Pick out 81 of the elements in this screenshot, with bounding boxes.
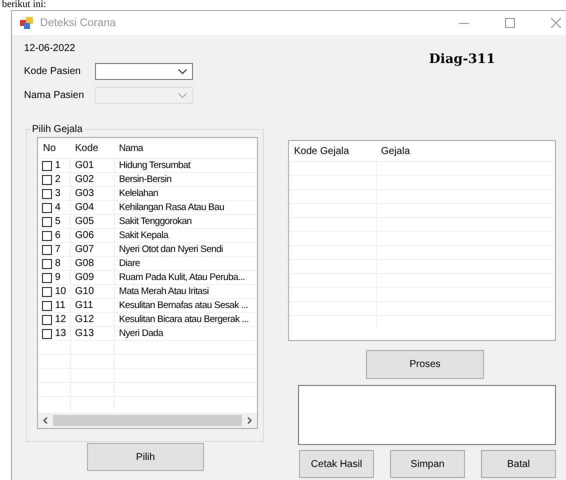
checkbox[interactable] (42, 216, 52, 226)
field-label: Nama Pasien (24, 90, 86, 101)
table-cell: Bersin-Bersin (114, 173, 257, 186)
chevron-icon (178, 93, 187, 98)
scrollbar-thumb[interactable] (53, 415, 242, 426)
result-text-area[interactable] (298, 385, 556, 445)
table-cell: Nyeri Dada (114, 327, 257, 340)
action-button[interactable]: Batal (481, 450, 556, 478)
checkbox[interactable] (42, 160, 52, 170)
group-title: Pilih Gejala (31, 124, 84, 135)
scroll-left-icon[interactable] (43, 417, 48, 424)
table-cell: Kesulitan Bernafas atau Sesak ... (114, 299, 257, 312)
table-cell: 11 (55, 299, 66, 312)
table-cell: G08 (70, 257, 114, 270)
process-button[interactable]: Proses (366, 350, 484, 379)
table-cell: Hidung Tersumbat (114, 159, 257, 172)
scroll-right-icon[interactable] (247, 417, 252, 424)
table-cell: 13 (55, 327, 66, 340)
date-label: 12-06-2022 (24, 42, 76, 56)
column-header: Kode (74, 142, 100, 154)
column-header: Kode Gejala (293, 146, 350, 156)
table-cell: 10 (55, 285, 66, 298)
table-cell: Kehilangan Rasa Atau Bau (114, 201, 257, 214)
table-cell: Sakit Tenggorokan (114, 215, 257, 228)
table-cell: G02 (70, 173, 114, 186)
table-cell: 9 (55, 271, 61, 284)
table-cell: Sakit Kepala (114, 229, 257, 242)
table-cell: G13 (70, 327, 114, 340)
column-header: No (42, 142, 57, 154)
column-header: Nama (118, 142, 144, 154)
table-cell: G05 (70, 215, 114, 228)
checkbox[interactable] (42, 202, 52, 212)
checkbox[interactable] (42, 244, 52, 254)
checkbox[interactable] (42, 230, 52, 240)
table-cell: 8 (55, 257, 61, 270)
table-cell: G01 (70, 159, 114, 172)
table-cell: Diare (114, 257, 257, 270)
close-icon[interactable] (551, 18, 561, 28)
table-cell: 3 (55, 187, 61, 200)
table-cell: 2 (55, 173, 61, 186)
table-cell: G10 (70, 285, 114, 298)
table-cell: 1 (55, 159, 61, 172)
table-cell: Ruam Pada Kulit, Atau Peruba... (114, 271, 257, 284)
column-header: Gejala (380, 146, 411, 156)
minimize-icon[interactable] (459, 22, 469, 24)
checkbox[interactable] (42, 328, 52, 338)
checkbox[interactable] (42, 272, 52, 282)
checkbox[interactable] (42, 286, 52, 296)
checkbox[interactable] (42, 314, 52, 324)
table-cell: 7 (55, 243, 61, 256)
table-cell: G06 (70, 229, 114, 242)
action-button[interactable]: Cetak Hasil (299, 450, 374, 478)
field-label: Kode Pasien (24, 66, 82, 77)
dropdown-field[interactable] (95, 63, 193, 80)
table-cell: Kelelahan (114, 187, 257, 200)
checkbox[interactable] (42, 188, 52, 198)
maximize-icon[interactable] (505, 18, 515, 28)
window-title: Deteksi Corana (40, 17, 116, 29)
table-cell: G09 (70, 271, 114, 284)
table-cell: G12 (70, 313, 114, 326)
document-text: berikut ini: (2, 0, 46, 10)
table-cell: Nyeri Otot dan Nyeri Sendi (114, 243, 257, 256)
checkbox[interactable] (42, 300, 52, 310)
table-cell: 5 (55, 215, 61, 228)
horizontal-scrollbar[interactable] (38, 413, 257, 428)
form-code: Diag-311 (429, 52, 496, 69)
table-cell: Kesulitan Bicara atau Bergerak ... (114, 313, 257, 326)
table-cell: G04 (70, 201, 114, 214)
table-cell: G07 (70, 243, 114, 256)
chevron-icon (178, 69, 187, 74)
table-cell: Mata Merah Atau Iritasi (114, 285, 257, 298)
table-cell: G11 (70, 299, 114, 312)
table-cell: G03 (70, 187, 114, 200)
checkbox[interactable] (42, 174, 52, 184)
pick-button[interactable]: Pilih (87, 443, 204, 471)
table-cell: 12 (55, 313, 66, 326)
table-cell: 6 (55, 229, 61, 242)
app-icon (20, 17, 34, 29)
checkbox[interactable] (42, 258, 52, 268)
action-button[interactable]: Simpan (390, 450, 465, 478)
table-cell: 4 (55, 201, 61, 214)
